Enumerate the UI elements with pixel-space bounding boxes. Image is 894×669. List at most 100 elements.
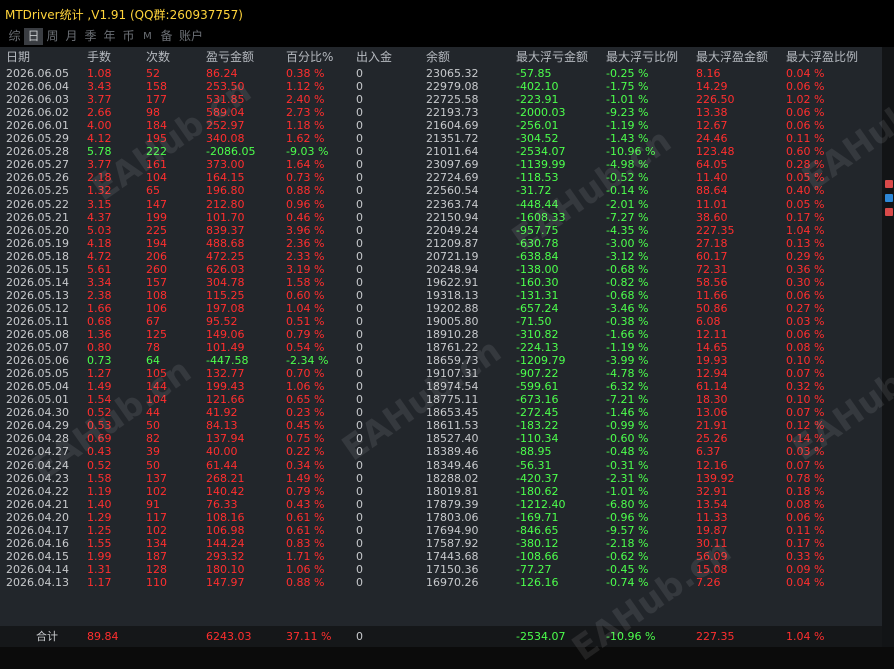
table-cell: -3.12 % xyxy=(606,249,649,263)
table-row: 2026.05.07 0.80 78 101.49 0.54 % 0 18761.22 -22… xyxy=(0,341,882,354)
side-marker-red-2 xyxy=(885,208,893,216)
column-header-0[interactable]: 日期 xyxy=(6,50,30,65)
table-cell: 0 xyxy=(356,575,363,589)
table-cell: 0 xyxy=(356,184,363,198)
table-cell: -1212.40 xyxy=(516,497,566,511)
column-header-2[interactable]: 次数 xyxy=(146,50,170,65)
table-cell: 1.58 % xyxy=(286,275,325,289)
table-cell: -630.78 xyxy=(516,236,559,250)
tab-4[interactable]: 季 xyxy=(81,28,100,45)
column-header-9[interactable]: 最大浮盈金额 xyxy=(696,50,768,65)
table-cell: 106.98 xyxy=(206,523,245,537)
table-cell: 1.12 % xyxy=(286,80,325,94)
table-cell: -223.91 xyxy=(516,93,559,107)
table-cell: 1.40 xyxy=(87,497,112,511)
tab-2[interactable]: 周 xyxy=(43,28,62,45)
table-cell: 0 xyxy=(356,354,363,368)
table-cell: 108 xyxy=(146,288,167,302)
column-header-10[interactable]: 最大浮盈比例 xyxy=(786,50,858,65)
table-cell: 13.38 xyxy=(696,106,728,120)
table-cell: 78 xyxy=(146,341,160,355)
table-cell: 225 xyxy=(146,223,167,237)
table-cell: 0.30 % xyxy=(786,275,825,289)
tab-8[interactable]: 备 xyxy=(157,28,176,45)
table-cell: 0 xyxy=(356,523,363,537)
table-row: 2026.04.15 1.99 187 293.32 1.71 % 0 17443.68 -1… xyxy=(0,550,882,563)
table-cell: 0.29 % xyxy=(786,249,825,263)
table-cell: -2000.03 xyxy=(516,106,566,120)
table-cell: 101.49 xyxy=(206,341,245,355)
total-max-float-loss-pct: -10.96 % xyxy=(606,630,656,643)
column-header-5[interactable]: 出入金 xyxy=(356,50,392,65)
table-cell: 17694.90 xyxy=(426,523,479,537)
table-cell: 64.05 xyxy=(696,158,728,172)
tab-7[interactable]: M xyxy=(138,28,157,45)
table-cell: 5.78 xyxy=(87,145,112,159)
table-cell: 0.65 % xyxy=(286,393,325,407)
table-cell: 67 xyxy=(146,314,160,328)
table-cell: 3.77 xyxy=(87,93,112,107)
table-cell: 3.43 xyxy=(87,80,112,94)
table-cell: 0.61 % xyxy=(286,510,325,524)
table-cell: 2026.05.05 xyxy=(6,367,69,381)
column-header-3[interactable]: 盈亏金额 xyxy=(206,50,254,65)
table-cell: 50.86 xyxy=(696,301,728,315)
column-header-8[interactable]: 最大浮亏比例 xyxy=(606,50,678,65)
table-cell: 260 xyxy=(146,262,167,276)
table-cell: -180.62 xyxy=(516,484,559,498)
tab-1[interactable]: 日 xyxy=(24,28,43,45)
table-cell: 0 xyxy=(356,314,363,328)
table-cell: 27.18 xyxy=(696,236,728,250)
table-cell: -420.37 xyxy=(516,471,559,485)
table-cell: -1608.33 xyxy=(516,210,566,224)
table-cell: 0.69 xyxy=(87,432,112,446)
table-cell: 0 xyxy=(356,262,363,276)
table-cell: 21011.64 xyxy=(426,145,479,159)
table-cell: 0 xyxy=(356,249,363,263)
table-row: 2026.05.19 4.18 194 488.68 2.36 % 0 21209.87 -6… xyxy=(0,237,882,250)
table-row: 2026.04.14 1.31 128 180.10 1.06 % 0 17150.36 -7… xyxy=(0,563,882,576)
column-header-4[interactable]: 百分比% xyxy=(286,50,333,65)
column-header-6[interactable]: 余额 xyxy=(426,50,450,65)
table-cell: 12.11 xyxy=(696,328,728,341)
table-cell: 0.06 % xyxy=(786,510,825,524)
table-cell: 1.19 xyxy=(87,484,112,498)
table-cell: -1.66 % xyxy=(606,328,649,341)
table-cell: 1.08 xyxy=(87,67,112,80)
table-cell: 0 xyxy=(356,367,363,381)
table-cell: 0.23 % xyxy=(286,406,325,420)
total-row: 合计 89.84 6243.03 37.11 % 0 -2534.07 -10.… xyxy=(0,626,882,647)
table-cell: 98 xyxy=(146,106,160,120)
table-cell: -7.27 % xyxy=(606,210,649,224)
table-cell: -2.31 % xyxy=(606,471,649,485)
table-cell: 19107.31 xyxy=(426,367,479,381)
table-cell: 1.31 xyxy=(87,562,112,576)
right-edge-strip xyxy=(882,47,894,647)
table-cell: 6.37 xyxy=(696,445,721,459)
column-header-1[interactable]: 手数 xyxy=(87,50,111,65)
table-cell: 21351.72 xyxy=(426,132,479,146)
period-tabs: 综日周月季年币 M 备账户 xyxy=(5,28,206,46)
table-cell: 1.55 xyxy=(87,536,112,550)
table-cell: 24.46 xyxy=(696,132,728,146)
tab-3[interactable]: 月 xyxy=(62,28,81,45)
table-row: 2026.05.27 3.77 161 373.00 1.64 % 0 23097.69 -1… xyxy=(0,158,882,171)
table-cell: -224.13 xyxy=(516,341,559,355)
tab-5[interactable]: 年 xyxy=(100,28,119,45)
table-cell: 0.88 % xyxy=(286,575,325,589)
table-cell: 140.42 xyxy=(206,484,245,498)
table-cell: 19.87 xyxy=(696,523,728,537)
column-header-7[interactable]: 最大浮亏金额 xyxy=(516,50,588,65)
tab-6[interactable]: 币 xyxy=(119,28,138,45)
table-cell: 2026.05.26 xyxy=(6,171,69,185)
table-cell: 50 xyxy=(146,419,160,433)
table-cell: 18288.02 xyxy=(426,471,479,485)
tab-0[interactable]: 综 xyxy=(5,28,24,45)
table-cell: 293.32 xyxy=(206,549,245,563)
table-cell: 268.21 xyxy=(206,471,245,485)
table-row: 2026.04.29 0.53 50 84.13 0.45 % 0 18611.53 -183… xyxy=(0,419,882,432)
tab-9[interactable]: 账户 xyxy=(176,28,206,45)
total-profit: 6243.03 xyxy=(206,630,252,643)
table-cell: 2026.05.15 xyxy=(6,262,69,276)
table-cell: 0 xyxy=(356,484,363,498)
